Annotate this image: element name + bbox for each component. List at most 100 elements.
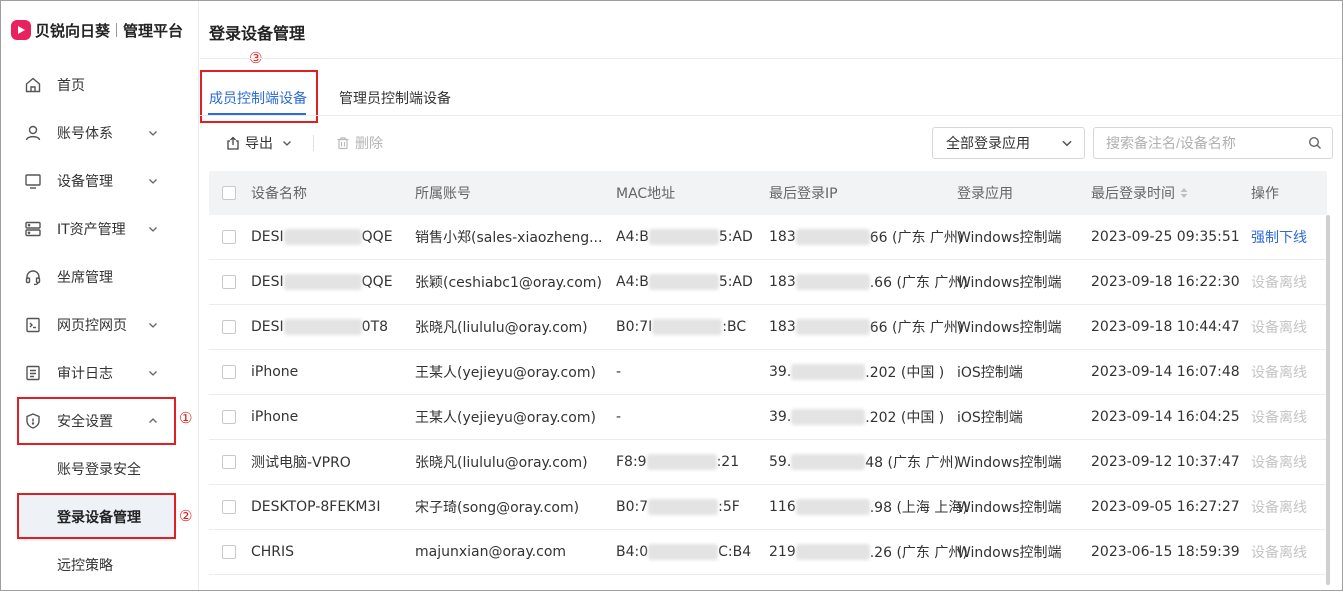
cell-account: 王某人(yejieyu@oray.com) [415,410,596,426]
brand[interactable]: 贝锐向日葵 管理平台 [11,16,183,44]
page-title: 登录设备管理 [209,24,306,43]
log-icon [23,363,43,383]
search-input[interactable] [1106,135,1306,151]
tab-admin-devices[interactable]: 管理员控制端设备 [339,88,451,108]
column-header-label: 最后登录时间 [1091,186,1175,202]
brand-subtitle: 管理平台 [123,21,184,40]
cell-app: Windows控制端 [957,320,1062,336]
export-button[interactable]: 导出 [225,133,299,153]
device-offline-status: 设备离线 [1251,320,1307,336]
chevron-down-icon [145,317,161,333]
device-offline-status: 设备离线 [1251,275,1307,291]
table-row[interactable]: DESKTOP-8FEKM3I 宋子琦(song@oray.com) B0:7:5F… [209,485,1327,530]
force-logout-link[interactable]: 强制下线 [1251,215,1307,259]
sidebar-item-label: 设备管理 [57,174,113,190]
row-checkbox[interactable] [222,545,236,559]
table-row[interactable]: DESI QQE 张颖(ceshiabc1@oray.com) A4:B 5:AD 183… [209,260,1327,305]
cell-mac: A4:B 5:AD [616,215,753,259]
monitor-icon [23,171,43,191]
tab-member-devices[interactable]: 成员控制端设备 [209,88,307,108]
app-filter-select[interactable]: 全部登录应用 [932,127,1085,159]
device-offline-status: 设备离线 [1251,545,1307,561]
redacted-text [795,229,870,245]
table-row[interactable]: iPhone 王某人(yejieyu@oray.com) - 39. .202 (中国 … [209,395,1327,440]
page-header: 登录设备管理 [200,1,1342,59]
delete-label: 删除 [355,136,383,152]
table-row[interactable]: DESI QQE 销售小郑(sales-xiaozheng... A4:B 5:AD 18… [209,215,1327,260]
device-name-prefix: DESI [251,229,284,245]
cell-mac: B0:7:5F [616,485,740,529]
row-checkbox[interactable] [222,275,236,289]
select-all-checkbox[interactable] [222,186,236,200]
table-header-row: 设备名称 所属账号 MAC地址 最后登录IP 登录应用 最后登录时间 操作 [209,171,1327,215]
web-terminal-icon [23,315,43,335]
cell-ip: 116 .98 (上海 上海) [769,485,968,529]
sunflower-logo-icon [11,20,31,40]
sidebar-subitem-remote-control-policy[interactable]: 远控策略 [57,541,113,589]
cell-ip: 183 66 (广东 广州) [769,215,963,259]
user-icon [23,123,43,143]
ip-prefix: 39. [769,364,792,380]
device-name-prefix: 测试电脑-VPRO [251,455,351,471]
device-name-prefix: DESI [251,274,284,290]
row-checkbox[interactable] [222,320,236,334]
search-icon[interactable] [1308,136,1322,154]
cell-account: 宋子琦(song@oray.com) [415,500,580,516]
sidebar-item-seats[interactable]: 坐席管理 [17,253,175,301]
chevron-down-icon [145,173,161,189]
cell-mac: F8:9:21 [616,440,739,484]
app-filter-value: 全部登录应用 [946,136,1030,152]
redacted-text [648,274,719,290]
cell-last-login-time: 2023-09-18 16:22:30 [1091,274,1240,290]
cell-app: iOS控制端 [957,410,1023,426]
table-row[interactable]: CHRIS majunxian@oray.com B4:0 C:B4 219 .26 (广… [209,530,1327,575]
column-header-account: 所属账号 [415,186,471,202]
cell-ip: 183 .66 (广东 广州) [769,260,968,304]
cell-mac: B4:0 C:B4 [616,530,751,574]
redacted-text [791,364,866,380]
mac-prefix: - [616,364,622,380]
ip-suffix: 66 (广东 广州) [869,320,964,336]
sidebar-item-audit-log[interactable]: 审计日志 [17,349,175,397]
cell-device-name: DESI QQE [251,215,393,259]
cell-device-name: DESI QQE [251,260,393,304]
step-marker-1: ① [179,409,193,427]
sidebar-item-home[interactable]: 首页 [17,61,175,109]
sidebar-subitem-account-login-security[interactable]: 账号登录安全 [57,445,141,493]
ip-suffix: .26 (广东 广州) [869,545,968,561]
mac-suffix: C:B4 [718,544,752,560]
sort-icon [1179,187,1189,199]
row-checkbox[interactable] [222,365,236,379]
cell-last-login-time: 2023-09-14 16:04:25 [1091,409,1240,425]
table-row[interactable]: DESI 0T8 张晓凡(liululu@oray.com) B0:7I:BC 183 6… [209,305,1327,350]
sidebar-item-web-control[interactable]: 网页控网页 [17,301,175,349]
mac-prefix: A4:B [616,274,649,290]
ip-prefix: 116 [769,499,796,515]
cell-mac: A4:B 5:AD [616,260,753,304]
ip-prefix: 183 [769,229,796,245]
row-checkbox[interactable] [222,500,236,514]
sidebar-item-accounts[interactable]: 账号体系 [17,109,175,157]
table-row[interactable]: iPhone 王某人(yejieyu@oray.com) - 39. .202 (中国 … [209,350,1327,395]
cell-device-name: iPhone [251,395,298,439]
row-checkbox[interactable] [222,455,236,469]
cell-device-name: DESI 0T8 [251,305,388,349]
row-checkbox[interactable] [222,230,236,244]
device-name-prefix: DESI [251,319,284,335]
redacted-text [283,319,362,335]
cell-ip: 39. .202 (中国 ) [769,350,944,394]
ip-suffix: 48 (广东 广州) [865,455,959,471]
table-scrollbar[interactable] [1326,215,1330,585]
cell-last-login-time: 2023-09-14 16:07:48 [1091,364,1240,380]
sidebar-item-devices[interactable]: 设备管理 [17,157,175,205]
chevron-down-icon [145,365,161,381]
device-offline-status: 设备离线 [1251,500,1307,516]
sidebar-item-it-assets[interactable]: IT资产管理 [17,205,175,253]
brand-divider [116,23,118,37]
table-row[interactable]: 测试电脑-VPRO 张晓凡(liululu@oray.com) F8:9:21 59.… [209,440,1327,485]
delete-button[interactable]: 删除 [335,133,383,153]
ip-prefix: 219 [769,544,796,560]
column-header-last-login-time[interactable]: 最后登录时间 [1091,171,1189,215]
row-checkbox[interactable] [222,410,236,424]
cell-ip: 183 66 (广东 广州) [769,305,963,349]
